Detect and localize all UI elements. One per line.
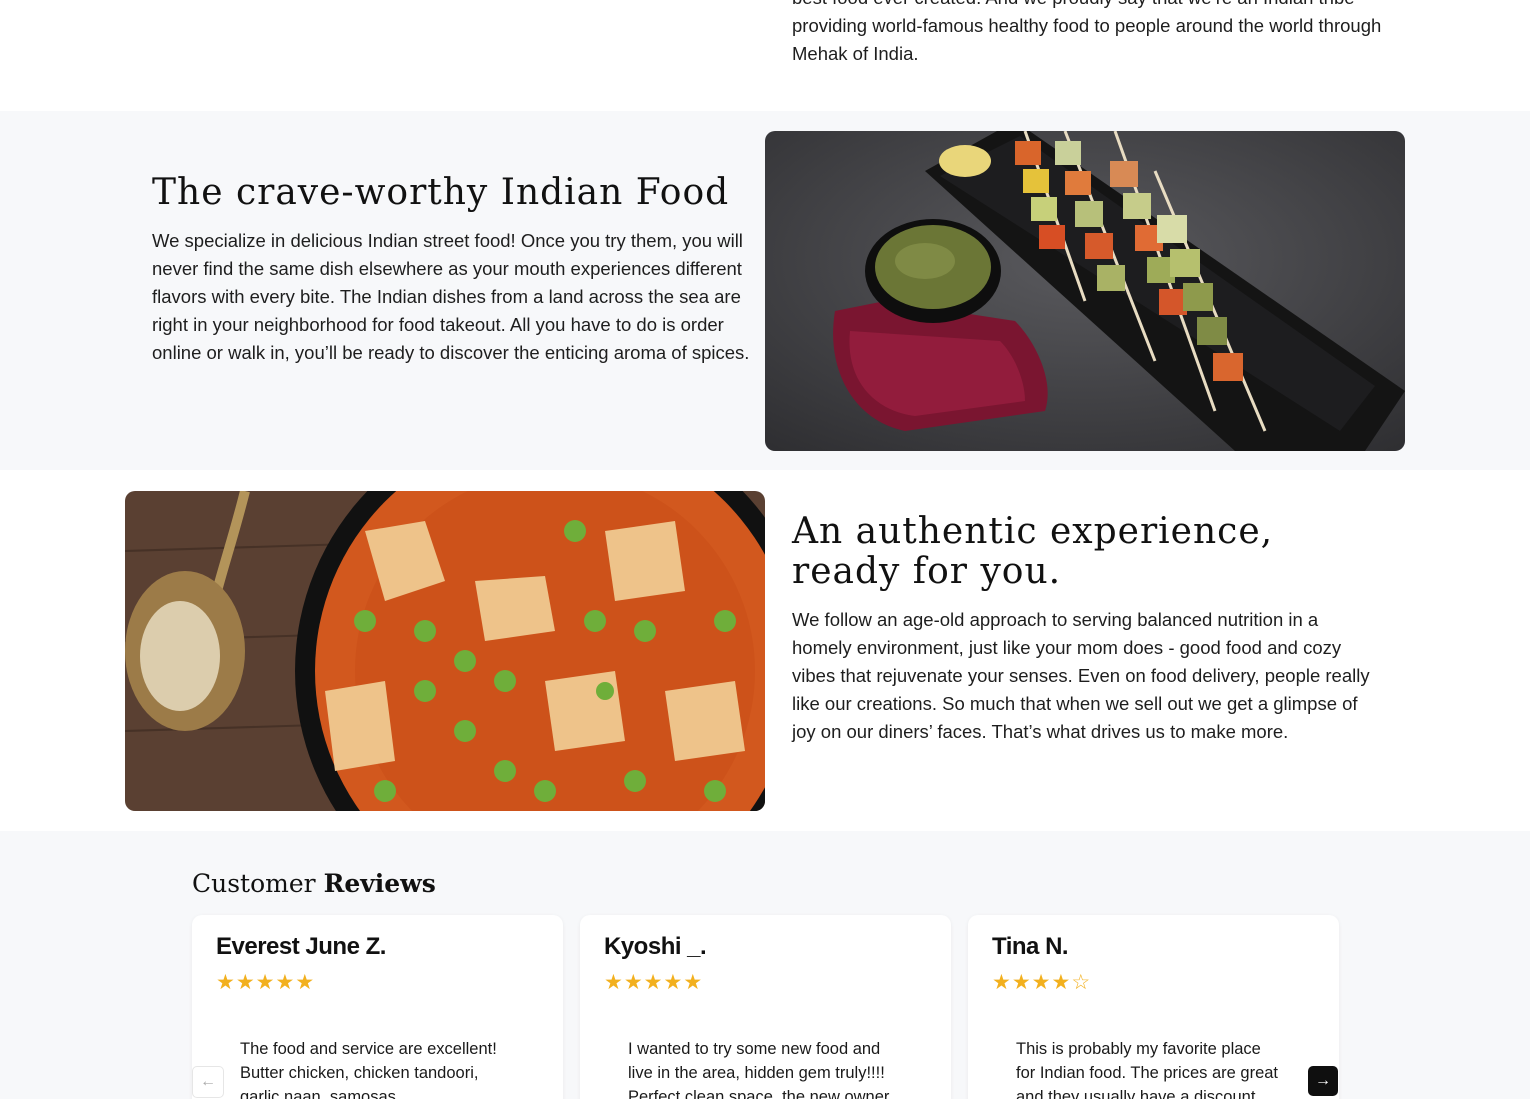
review-text: I wanted to try some new food and live i… (628, 1040, 890, 1099)
intro-text: best food ever created. And we proudly s… (792, 0, 1382, 64)
star-rating: ★ ★ ★ ★ ★ (216, 971, 314, 995)
review-card: Kyoshi _. ★ ★ ★ ★ ★ I wanted to try some new… (580, 915, 951, 1099)
star-filled-icon: ★ (604, 971, 623, 994)
intro-section: best food ever created. And we proudly s… (0, 0, 1530, 111)
star-filled-icon: ★ (1031, 971, 1051, 994)
authentic-text: We follow an age-old approach to serving… (792, 609, 1370, 742)
star-filled-icon: ★ (663, 971, 683, 994)
arrow-right-icon: → (1315, 1072, 1331, 1089)
star-filled-icon: ★ (1051, 971, 1071, 994)
reviewer-name: Tina N. (992, 933, 1069, 960)
reviewer-name: Everest June Z. (216, 933, 386, 960)
star-rating: ★ ★ ★ ★ ☆ (992, 971, 1090, 995)
star-filled-icon: ★ (683, 971, 703, 994)
star-empty-icon: ☆ (1071, 971, 1091, 994)
review-text: The food and service are excellent! Butt… (240, 1040, 497, 1099)
review-card: Tina N. ★ ★ ★ ★ ☆ This is probably my favori… (968, 915, 1339, 1099)
paneer-curry-image (125, 491, 765, 811)
reviews-heading-bold: Reviews (323, 869, 436, 898)
star-filled-icon: ★ (295, 971, 315, 994)
crave-text: We specialize in delicious Indian street… (152, 230, 750, 363)
star-rating: ★ ★ ★ ★ ★ (604, 971, 702, 995)
reviews-heading-light: Customer (192, 869, 316, 898)
authentic-title: An authentic experience, ready for you. (792, 511, 1274, 592)
tikka-skewers-image (765, 131, 1405, 451)
authentic-section: An authentic experience, ready for you. … (0, 470, 1530, 831)
star-filled-icon: ★ (235, 971, 255, 994)
star-filled-icon: ★ (255, 971, 275, 994)
crave-title: The crave-worthy Indian Food (152, 172, 730, 213)
carousel-prev-button[interactable]: ← (192, 1066, 224, 1098)
arrow-left-icon: ← (200, 1073, 216, 1090)
star-filled-icon: ★ (643, 971, 663, 994)
star-filled-icon: ★ (216, 971, 235, 994)
review-text: This is probably my favorite place for I… (1016, 1040, 1279, 1099)
star-filled-icon: ★ (1011, 971, 1031, 994)
star-filled-icon: ★ (623, 971, 643, 994)
star-filled-icon: ★ (992, 971, 1011, 994)
reviewer-name: Kyoshi _. (604, 933, 707, 960)
reviews-heading: Customer Reviews (192, 869, 436, 898)
star-filled-icon: ★ (275, 971, 295, 994)
reviews-section: Customer Reviews Everest June Z. ★ ★ ★ ★ ★ T… (0, 831, 1530, 1099)
crave-section: The crave-worthy Indian Food We speciali… (0, 111, 1530, 470)
review-card: Everest June Z. ★ ★ ★ ★ ★ The food and servi… (192, 915, 563, 1099)
carousel-next-button[interactable]: → (1308, 1066, 1338, 1096)
page: best food ever created. And we proudly s… (0, 0, 1530, 1099)
